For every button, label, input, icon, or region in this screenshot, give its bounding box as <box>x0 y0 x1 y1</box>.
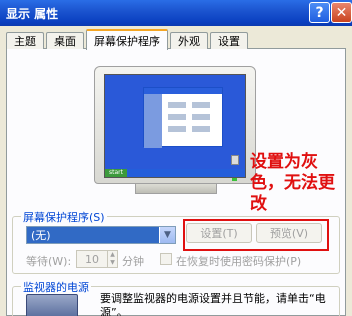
wait-label: 等待(W): <box>26 255 72 268</box>
chevron-down-icon[interactable]: ▼ <box>159 227 175 243</box>
preview-start-button: start <box>105 169 127 177</box>
wait-stepper[interactable]: 10 ▲ ▼ <box>76 250 118 268</box>
tab-desktop[interactable]: 桌面 <box>46 32 84 49</box>
tab-label: 主题 <box>14 35 36 48</box>
power-group-title: 监视器的电源 <box>21 279 91 295</box>
preview-button[interactable]: 预览(V) <box>256 223 322 243</box>
screensaver-group-title: 屏幕保护程序(S) <box>21 209 107 225</box>
monitor-power-led-icon <box>232 178 237 181</box>
red-annotation: 设置为灰色，无法更改 <box>250 152 335 214</box>
tab-screensaver[interactable]: 屏幕保护程序 <box>86 29 168 50</box>
settings-button-label: 设置(T) <box>200 227 238 240</box>
window-title: 显示 属性 <box>6 6 59 21</box>
preview-window <box>143 87 223 148</box>
tab-settings[interactable]: 设置 <box>210 32 248 49</box>
monitor-screen: start <box>104 74 246 178</box>
wait-value: 10 <box>85 252 99 266</box>
close-icon: ✕ <box>335 4 348 21</box>
tab-label: 设置 <box>218 35 240 48</box>
recycle-bin-icon <box>231 155 239 165</box>
title-bar[interactable]: 显示 属性 <box>0 0 352 26</box>
password-checkbox-label: 在恢复时使用密码保护(P) <box>176 255 302 268</box>
monitor-stand <box>135 184 217 194</box>
tab-themes[interactable]: 主题 <box>6 32 44 49</box>
password-checkbox[interactable] <box>160 253 172 265</box>
settings-button[interactable]: 设置(T) <box>186 223 252 243</box>
screensaver-select[interactable]: (无) ▼ <box>26 226 176 244</box>
close-button[interactable]: ✕ <box>331 2 352 23</box>
power-monitor-icon <box>26 294 78 316</box>
stepper-arrows-icon[interactable]: ▲ ▼ <box>107 251 117 267</box>
tab-label: 桌面 <box>54 35 76 48</box>
tab-appearance[interactable]: 外观 <box>170 32 208 49</box>
screensaver-select-value: (无) <box>31 229 51 242</box>
help-button[interactable]: ? <box>309 2 330 23</box>
preview-button-label: 预览(V) <box>269 227 309 240</box>
help-icon: ? <box>315 4 324 21</box>
tab-label: 外观 <box>178 35 200 48</box>
power-description: 要调整监视器的电源设置并且节能，请单击“电源”。 <box>100 292 326 316</box>
tab-label: 屏幕保护程序 <box>94 34 160 48</box>
minutes-label: 分钟 <box>122 255 144 268</box>
